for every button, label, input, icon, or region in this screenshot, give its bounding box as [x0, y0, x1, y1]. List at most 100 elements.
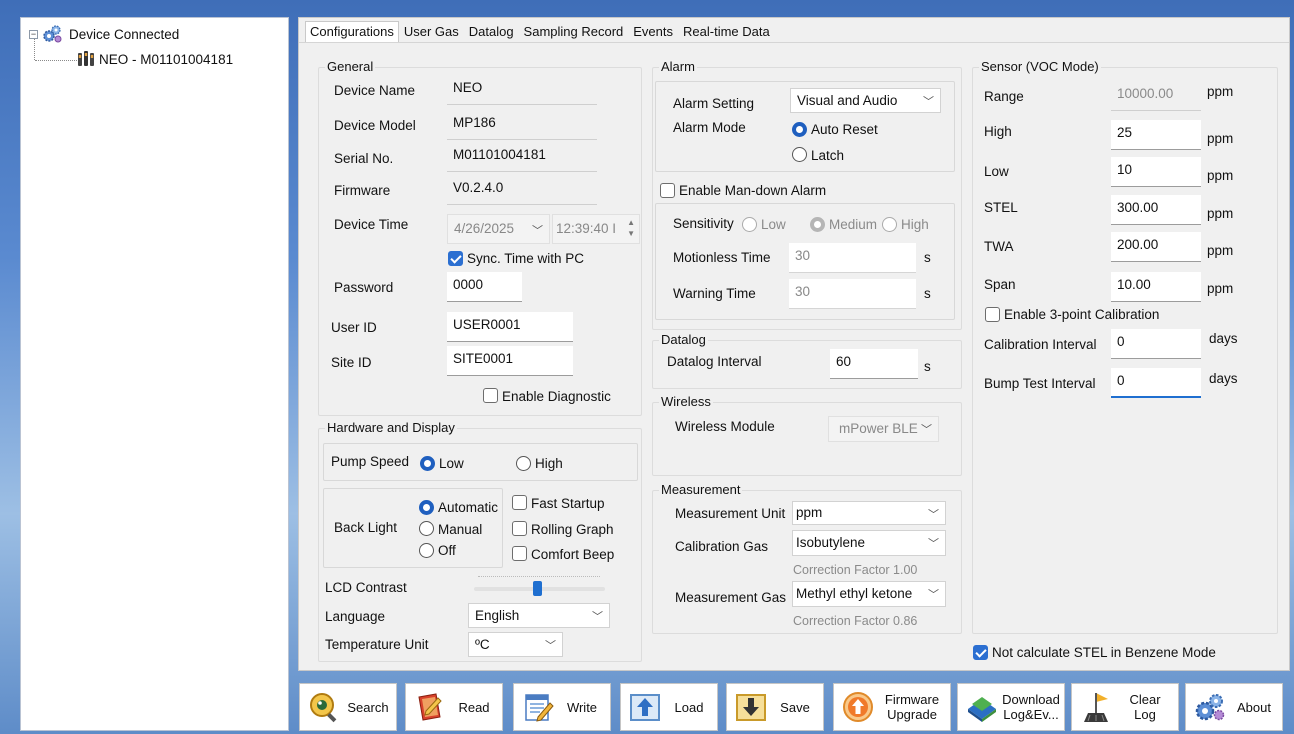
- password-input[interactable]: 0000: [447, 272, 522, 302]
- pump-low-radio[interactable]: [420, 456, 435, 471]
- tab-events[interactable]: Events: [628, 21, 678, 42]
- measurement-title: Measurement: [659, 482, 743, 497]
- search-button[interactable]: Search: [299, 683, 397, 731]
- backlight-automatic-radio[interactable]: [419, 500, 434, 515]
- datalog-interval-input[interactable]: 60: [830, 349, 918, 379]
- measurement-gas-label: Measurement Gas: [675, 590, 787, 605]
- sensitivity-low-radio[interactable]: [742, 217, 757, 232]
- device-tree[interactable]: − Device Connected NEO - M01101004181: [20, 17, 289, 731]
- wireless-module-select[interactable]: mPower BLE ﹀: [828, 416, 939, 442]
- range-label: Range: [984, 89, 1024, 104]
- collapse-icon[interactable]: −: [29, 29, 38, 39]
- tab-user-gas[interactable]: User Gas: [399, 21, 464, 42]
- device-clock-value: 12:39:40 I: [556, 221, 617, 236]
- clear-log-label-line1: Clear: [1129, 692, 1161, 707]
- sensitivity-medium-radio[interactable]: [810, 217, 825, 232]
- sensitivity-medium-label: Medium: [829, 217, 878, 232]
- three-point-calibration-label: Enable 3-point Calibration: [1004, 307, 1160, 322]
- spin-icon[interactable]: ▲ ▼: [627, 217, 635, 239]
- not-calculate-stel-checkbox[interactable]: [973, 645, 988, 660]
- slider-thumb[interactable]: [533, 581, 542, 596]
- language-select[interactable]: English ﹀: [468, 603, 610, 628]
- stel-input[interactable]: 300.00: [1111, 195, 1201, 225]
- alarm-title: Alarm: [659, 59, 697, 74]
- span-label: Span: [984, 277, 1016, 292]
- tab-configurations[interactable]: Configurations: [305, 21, 399, 42]
- sensitivity-high-label: High: [901, 217, 929, 232]
- temperature-unit-select[interactable]: ºC ﹀: [468, 632, 563, 657]
- load-icon: [629, 691, 661, 723]
- calibration-gas-select[interactable]: Isobutylene ﹀: [792, 530, 946, 556]
- write-button[interactable]: Write: [513, 683, 611, 731]
- read-button[interactable]: Read: [405, 683, 503, 731]
- rolling-graph-checkbox[interactable]: [512, 521, 527, 536]
- enable-diagnostic-checkbox[interactable]: [483, 388, 498, 403]
- latch-radio[interactable]: [792, 147, 807, 162]
- tab-real-time-data[interactable]: Real-time Data: [678, 21, 775, 42]
- firmware-upgrade-button[interactable]: Firmware Upgrade: [833, 683, 951, 731]
- tree-root[interactable]: − Device Connected: [29, 24, 179, 44]
- load-button[interactable]: Load: [620, 683, 718, 731]
- pump-high-radio[interactable]: [516, 456, 531, 471]
- low-input[interactable]: 10: [1111, 157, 1201, 187]
- motionless-time-input[interactable]: 30: [789, 243, 916, 273]
- language-label: Language: [325, 609, 386, 624]
- save-button[interactable]: Save: [726, 683, 824, 731]
- pump-speed-label: Pump Speed: [331, 454, 410, 469]
- password-label: Password: [334, 280, 394, 295]
- site-id-input[interactable]: SITE0001: [447, 346, 573, 376]
- wireless-title: Wireless: [659, 394, 713, 409]
- tree-device-node[interactable]: NEO - M01101004181: [77, 49, 233, 69]
- tab-datalog[interactable]: Datalog: [464, 21, 519, 42]
- sensitivity-high-radio[interactable]: [882, 217, 897, 232]
- man-down-checkbox[interactable]: [660, 183, 675, 198]
- calibration-interval-label: Calibration Interval: [984, 337, 1097, 352]
- bump-test-interval-unit: days: [1209, 371, 1238, 386]
- search-icon: [308, 691, 340, 723]
- device-time-label: Device Time: [334, 217, 409, 232]
- pump-low-label: Low: [439, 456, 464, 471]
- device-name-field: NEO: [447, 75, 597, 105]
- comfort-beep-checkbox[interactable]: [512, 546, 527, 561]
- measurement-unit-select[interactable]: ppm ﹀: [792, 501, 946, 525]
- sync-time-checkbox[interactable]: [448, 251, 463, 266]
- tab-sampling-record[interactable]: Sampling Record: [519, 21, 629, 42]
- alarm-setting-select[interactable]: Visual and Audio ﹀: [790, 88, 941, 113]
- broom-icon: [1080, 691, 1112, 723]
- clear-log-label: Clear Log: [1112, 692, 1178, 722]
- calibration-gas-value: Isobutylene: [796, 535, 866, 550]
- firmware-label: Firmware: [334, 183, 391, 198]
- span-input[interactable]: 10.00: [1111, 272, 1201, 302]
- tab-bar: Configurations User Gas Datalog Sampling…: [305, 21, 775, 43]
- sync-time-label: Sync. Time with PC: [467, 251, 585, 266]
- warning-time-label: Warning Time: [673, 286, 756, 301]
- write-button-label: Write: [566, 699, 598, 715]
- site-id-label: Site ID: [331, 355, 372, 370]
- about-button[interactable]: About: [1185, 683, 1283, 731]
- clear-log-button[interactable]: Clear Log: [1071, 683, 1179, 731]
- user-id-input[interactable]: USER0001: [447, 312, 573, 342]
- device-name-label: Device Name: [334, 83, 416, 98]
- device-date-picker[interactable]: 4/26/2025 ﹀: [447, 214, 550, 244]
- temperature-unit-value: ºC: [475, 637, 490, 652]
- bump-test-interval-input[interactable]: 0: [1111, 368, 1201, 398]
- lcd-contrast-slider[interactable]: [474, 574, 605, 596]
- twa-input[interactable]: 200.00: [1111, 232, 1201, 262]
- backlight-off-radio[interactable]: [419, 543, 434, 558]
- fast-startup-checkbox[interactable]: [512, 495, 527, 510]
- datalog-title: Datalog: [659, 332, 708, 347]
- device-time-spinner[interactable]: 12:39:40 I ▲ ▼: [552, 214, 640, 244]
- high-input[interactable]: 25: [1111, 120, 1201, 150]
- backlight-manual-radio[interactable]: [419, 521, 434, 536]
- measurement-gas-select[interactable]: Methyl ethyl ketone ﹀: [792, 581, 946, 607]
- gears-icon: [41, 24, 63, 44]
- download-log-button[interactable]: Download Log&Ev...: [957, 683, 1065, 731]
- measurement-unit-value: ppm: [796, 505, 823, 520]
- warning-time-input[interactable]: 30: [789, 279, 916, 309]
- calibration-interval-input[interactable]: 0: [1111, 329, 1201, 359]
- write-icon: [522, 691, 554, 723]
- three-point-calibration-checkbox[interactable]: [985, 307, 1000, 322]
- auto-reset-label: Auto Reset: [811, 122, 878, 137]
- sensitivity-low-label: Low: [761, 217, 786, 232]
- auto-reset-radio[interactable]: [792, 122, 807, 137]
